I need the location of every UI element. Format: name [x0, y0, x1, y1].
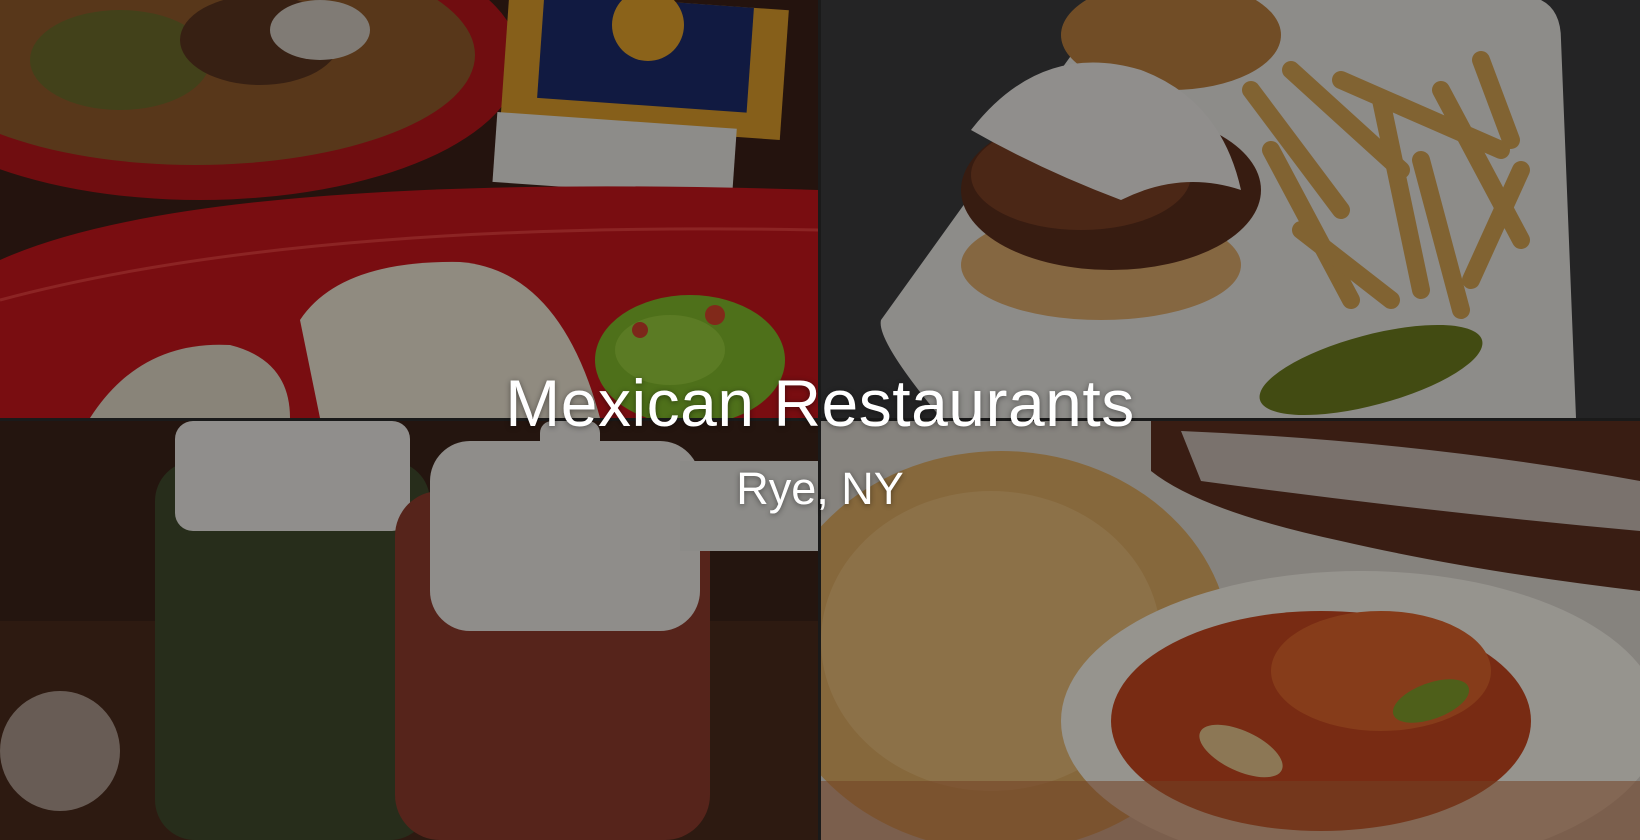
photo-huevos-rancheros — [821, 421, 1640, 840]
photo-enchiladas-burrito — [0, 0, 818, 418]
photo-salsa-bottles — [0, 421, 818, 840]
photo-salsa-bottles-art — [0, 421, 818, 840]
photo-pulled-pork-sandwich-art — [821, 0, 1640, 418]
photo-huevos-rancheros-art — [821, 421, 1640, 840]
photo-enchiladas-burrito-art — [0, 0, 818, 418]
photo-pulled-pork-sandwich — [821, 0, 1640, 418]
hero-banner: Mexican Restaurants Rye, NY — [0, 0, 1640, 840]
